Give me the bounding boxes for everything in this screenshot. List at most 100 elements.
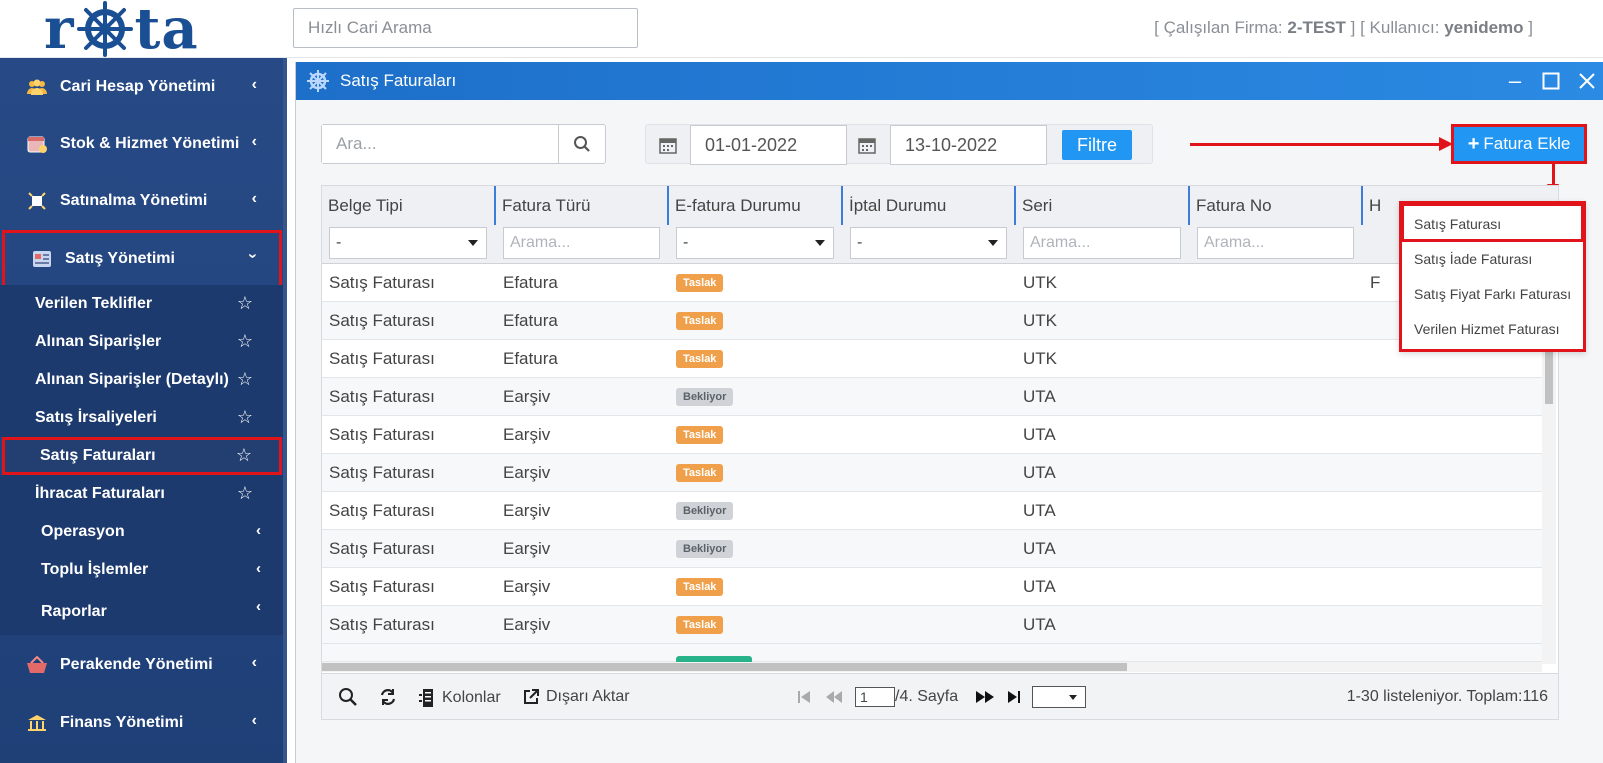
dropdown-item-satis-fiyat-farki[interactable]: Satış Fiyat Farkı Faturası [1414,286,1571,302]
refresh-button[interactable] [378,687,398,707]
column-header-iptal-durumu[interactable]: İptal Durumu [843,186,1016,225]
filter-select-iptal-durumu[interactable]: - [850,227,1007,259]
search-input[interactable] [322,125,559,163]
sidebar-sub-verilen-teklifler[interactable]: Verilen Teklifler ☆ [0,285,283,323]
sidebar-sub-satis-faturalari[interactable]: Satış Faturaları ☆ [2,437,282,475]
first-page-button[interactable] [797,690,811,704]
window-titlebar[interactable]: Satış Faturaları – [296,62,1603,100]
next-page-button[interactable] [975,690,995,704]
chevron-left-icon: ‹ [251,654,257,671]
sidebar-item-perakende[interactable]: Perakende Yönetimi ‹ [0,636,283,694]
filter-input-fatura-no[interactable]: Arama... [1197,227,1354,259]
sidebar-sub-label: Verilen Teklifler [35,295,153,312]
table-row[interactable]: Satış Faturası Efatura Taslak UTK F [322,264,1542,302]
cell-fatura-turu: Earşiv [503,615,551,634]
sidebar-item-cari-hesap[interactable]: Cari Hesap Yönetimi ‹ [0,58,283,116]
columns-button[interactable]: Kolonlar [418,688,501,708]
filter-input-fatura-turu[interactable]: Arama... [503,227,660,259]
dropdown-item-verilen-hizmet[interactable]: Verilen Hizmet Faturası [1414,321,1560,337]
cell-efatura-durumu: Taslak [669,454,724,492]
table-row[interactable]: Satış Faturası Earşiv Taslak UTA [322,606,1542,644]
calendar-icon[interactable] [857,135,877,155]
cell-fatura-turu: Earşiv [503,425,551,444]
star-icon[interactable]: ☆ [237,483,253,504]
window-body: 01-01-2022 13-10-2022 Filtre + Fatura Ek… [296,100,1603,763]
close-icon [1579,73,1595,89]
sidebar-group-label: Toplu İşlemler [41,561,149,578]
table-row[interactable]: Satış Faturası Efatura Taslak UTK [322,302,1542,340]
page-number-value: 1 [860,689,868,705]
star-icon[interactable]: ☆ [236,445,252,466]
chevron-left-icon: ‹ [256,560,261,577]
cell-belge-tipi: Satış Faturası [329,463,435,482]
prev-page-button[interactable] [825,690,843,704]
add-invoice-button[interactable]: + Fatura Ekle [1454,127,1584,161]
table-row[interactable]: Satış Faturası Earşiv Taslak UTA [322,416,1542,454]
table-row[interactable]: Satış Faturası Efatura Taslak UTK [322,340,1542,378]
cell-fatura-turu: Efatura [503,311,558,330]
status-badge: Taslak [676,616,724,634]
column-header-seri[interactable]: Seri [1016,186,1190,225]
filter-input-seri[interactable]: Arama... [1023,227,1181,259]
column-header-belge-tipi[interactable]: Belge Tipi [322,186,496,225]
sidebar-sub-alinan-siparisler[interactable]: Alınan Siparişler ☆ [0,323,283,361]
filter-select-efatura-durumu[interactable]: - [676,227,834,259]
last-page-button[interactable] [1007,690,1021,704]
table-row[interactable] [322,644,1542,664]
table-row[interactable]: Satış Faturası Earşiv Taslak UTA [322,568,1542,606]
column-header-fatura-no[interactable]: Fatura No [1190,186,1363,225]
sidebar-item-stok-hizmet[interactable]: Stok & Hizmet Yönetimi ‹ [0,115,283,173]
filter-placeholder: Arama... [510,234,571,251]
column-header-efatura-durumu[interactable]: E-fatura Durumu [669,186,843,225]
close-button[interactable] [1572,66,1602,96]
calendar-icon[interactable] [658,135,678,155]
column-header-fatura-turu[interactable]: Fatura Türü [496,186,669,225]
sidebar-item-label: Cari Hesap Yönetimi [60,78,216,95]
sidebar-sub-satis-irsaliyeleri[interactable]: Satış İrsaliyeleri ☆ [0,399,283,437]
grid-search-button[interactable] [338,687,358,707]
dropdown-item-satis-faturasi[interactable]: Satış Faturası [1414,216,1501,232]
table-row[interactable]: Satış Faturası Earşiv Bekliyor UTA [322,530,1542,568]
table-row[interactable]: Satış Faturası Earşiv Bekliyor UTA [322,378,1542,416]
sidebar-item-label: Satış Yönetimi [65,250,175,267]
sidebar-item-finans[interactable]: Finans Yönetimi ‹ [0,694,283,752]
filter-button[interactable]: Filtre [1062,130,1132,160]
sidebar-sub-label: Satış Faturaları [40,447,156,464]
table-row[interactable]: Satış Faturası Earşiv Taslak UTA [322,454,1542,492]
date-to-input[interactable]: 13-10-2022 [890,125,1047,165]
column-title: H [1369,195,1382,215]
search-button[interactable] [559,125,605,163]
filter-select-belge-tipi[interactable]: - [329,227,487,259]
date-from-input[interactable]: 01-01-2022 [690,125,847,165]
columns-label: Kolonlar [442,689,501,706]
star-icon[interactable]: ☆ [237,407,253,428]
chevron-left-icon: ‹ [256,522,261,539]
horizontal-scrollbar[interactable] [322,662,1542,672]
maximize-button[interactable] [1536,66,1566,96]
export-button[interactable]: Dışarı Aktar [522,688,630,706]
cell-efatura-durumu: Taslak [669,302,724,340]
sidebar-scrollbar[interactable] [283,58,287,763]
rota-logo[interactable]: r ta [44,1,199,57]
star-icon[interactable]: ☆ [237,293,253,314]
sidebar-group-toplu-islemler[interactable]: Toplu İşlemler ‹ [0,551,283,589]
dropdown-item-satis-iade-faturasi[interactable]: Satış İade Faturası [1414,251,1532,267]
cell-seri: UTA [1023,425,1056,444]
page-size-select[interactable] [1032,686,1086,708]
sidebar-item-satinalma[interactable]: Satınalma Yönetimi ‹ [0,172,283,230]
star-icon[interactable]: ☆ [237,369,253,390]
minimize-button[interactable]: – [1500,66,1530,96]
page-number-input[interactable]: 1 [855,687,895,707]
sidebar-sub-alinan-siparisler-detayli[interactable]: Alınan Siparişler (Detaylı) ☆ [0,361,283,399]
table-row[interactable]: Satış Faturası Earşiv Bekliyor UTA [322,492,1542,530]
sidebar-group-operasyon[interactable]: Operasyon ‹ [0,513,283,551]
user-label: ] [ Kullanıcı: [1345,18,1445,37]
star-icon[interactable]: ☆ [237,331,253,352]
users-icon [26,76,48,98]
scrollbar-thumb[interactable] [322,663,1127,671]
sidebar-group-raporlar[interactable]: Raporlar ‹ [0,589,283,635]
quick-cari-search-input[interactable] [293,8,638,48]
sidebar-sub-ihracat-faturalari[interactable]: İhracat Faturaları ☆ [0,475,283,513]
sidebar-item-satis-yonetimi[interactable]: Satış Yönetimi ‹ [2,230,282,288]
chevron-left-icon: ‹ [251,712,257,729]
